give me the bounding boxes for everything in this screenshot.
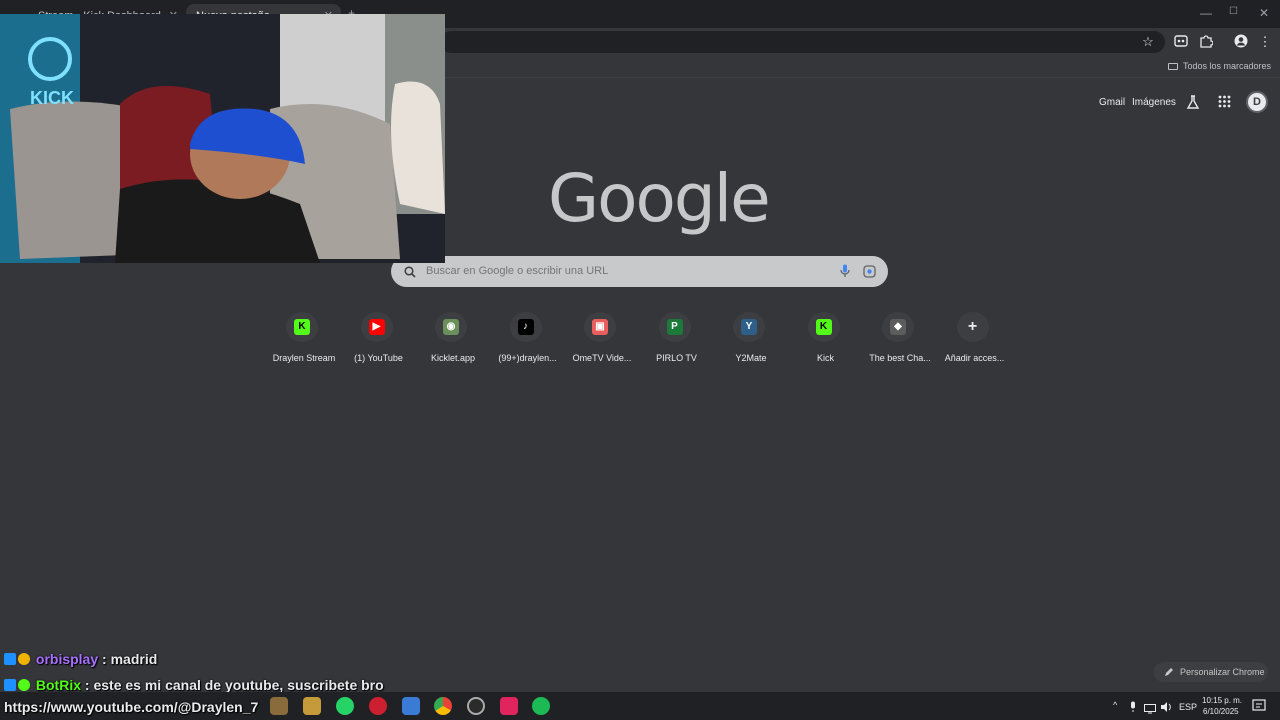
all-bookmarks-label: Todos los marcadores [1182, 61, 1271, 71]
language-indicator[interactable]: ESP [1179, 702, 1197, 712]
whatsapp-icon[interactable] [336, 697, 354, 715]
chat-username: orbisplay [35, 651, 99, 667]
shortcut-label: Añadir acces... [944, 353, 1005, 363]
shortcut-label: The best Cha... [869, 353, 931, 363]
chatgpt-icon: ◆ [890, 319, 906, 335]
badge-icon [18, 653, 30, 665]
pirlo-icon: P [666, 319, 683, 335]
customize-label: Personalizar Chrome [1180, 667, 1265, 677]
pencil-icon [1164, 667, 1174, 679]
shortcut-label: (1) YouTube [354, 353, 403, 363]
chat-text: este es mi canal de youtube, suscribete … [93, 677, 384, 693]
tiktok-icon: ♪ [517, 319, 534, 335]
file-explorer-icon[interactable] [270, 697, 288, 715]
shortcut-icon-bg: K [286, 312, 318, 342]
shortcut-icon-bg: ▶ [360, 312, 393, 342]
badge-icon [4, 653, 16, 665]
shortcut-label: OmeTV Vide... [572, 353, 632, 363]
chat-message: https://www.youtube.com/@Draylen_7 [4, 699, 258, 717]
images-link[interactable]: Imágenes [1132, 97, 1176, 108]
profile-avatar[interactable]: D [1246, 91, 1268, 113]
files-icon[interactable] [303, 697, 321, 715]
address-bar[interactable] [440, 31, 1165, 53]
shortcut-label: Kick [816, 353, 834, 363]
shortcut-tile[interactable]: Y Y2Mate [714, 312, 788, 364]
kick-icon: K [294, 319, 310, 335]
chat-username: BotRix [35, 677, 82, 693]
badge-icon [18, 679, 30, 691]
ometv-icon: ▣ [592, 319, 608, 335]
close-window-button[interactable]: ✕ [1259, 6, 1269, 20]
menu-icon[interactable]: ⋮ [1257, 34, 1273, 50]
obs-icon[interactable] [467, 697, 485, 715]
shortcut-icon-bg: ◉ [435, 312, 467, 342]
minimize-button[interactable]: — [1200, 6, 1212, 20]
gmail-link[interactable]: Gmail [1099, 97, 1125, 108]
chrome-icon[interactable] [434, 697, 452, 715]
chat-separator: : [81, 677, 94, 693]
kick-icon: K [815, 319, 832, 335]
microphone-icon[interactable] [1129, 700, 1137, 718]
extension-icon[interactable] [1173, 34, 1189, 50]
microphone-icon[interactable] [840, 264, 850, 283]
opera-icon[interactable] [369, 697, 387, 715]
shortcut-tile[interactable]: ▶ (1) YouTube [342, 312, 416, 364]
shortcut-icon-bg: ▣ [584, 312, 616, 342]
shortcut-tile[interactable]: ◉ Kicklet.app [416, 312, 490, 364]
shortcut-tile[interactable]: + Añadir acces... [938, 312, 1012, 364]
shortcut-label: (99+)draylen... [498, 353, 557, 363]
all-bookmarks-button[interactable]: Todos los marcadores [1167, 61, 1271, 71]
google-logo: Google [548, 160, 771, 237]
shortcut-label: PIRLO TV [656, 353, 697, 363]
maximize-button[interactable]: ☐ [1229, 6, 1238, 17]
network-icon[interactable] [1144, 701, 1156, 719]
folder-icon [1167, 63, 1178, 70]
apps-grid-icon[interactable] [1218, 95, 1231, 113]
shortcut-tile[interactable]: ◆ The best Cha... [863, 312, 937, 364]
chat-text: madrid [110, 651, 158, 667]
lens-camera-icon[interactable] [863, 265, 876, 283]
shortcut-tile[interactable]: P PIRLO TV [640, 312, 714, 364]
star-icon[interactable]: ☆ [1140, 34, 1156, 50]
add-icon: + [967, 318, 978, 335]
volume-icon[interactable] [1160, 700, 1172, 718]
shortcut-icon-bg: K [807, 312, 840, 342]
shortcut-icon-bg: + [956, 312, 989, 342]
shortcut-label: Y2Mate [735, 353, 767, 363]
badge-icon [4, 679, 16, 691]
search-input[interactable] [426, 265, 816, 277]
tray-chevron-icon[interactable]: ^ [1113, 700, 1117, 710]
shortcut-tile[interactable]: K Draylen Stream [267, 312, 341, 364]
youtube-icon: ▶ [368, 319, 385, 335]
spotify-icon[interactable] [532, 697, 550, 715]
shortcut-tile[interactable]: ♪ (99+)draylen... [491, 312, 565, 364]
y2mate-icon: Y [741, 319, 757, 335]
chat-link: https://www.youtube.com/@Draylen_7 [4, 699, 259, 715]
svg-text:KICK: KICK [30, 88, 74, 108]
shortcut-label: Draylen Stream [272, 353, 336, 363]
shortcut-label: Kicklet.app [430, 353, 476, 363]
search-icon [404, 265, 416, 283]
shortcut-icon-bg: Y [733, 312, 765, 342]
shortcut-icon-bg: ◆ [882, 312, 914, 342]
shortcut-icon-bg: P [658, 312, 691, 342]
shortcut-tile[interactable]: K Kick [789, 312, 863, 364]
clock-time[interactable]: 10:15 p. m. [1202, 696, 1242, 705]
chat-message: orbisplay : madrid [4, 651, 157, 669]
clock-date[interactable]: 6/10/2025 [1203, 707, 1239, 716]
profile-icon[interactable] [1233, 34, 1249, 50]
webcam-overlay: KICK [0, 14, 445, 263]
kicklet-icon: ◉ [443, 319, 459, 335]
tiktok-icon[interactable] [500, 697, 518, 715]
labs-flask-icon[interactable] [1185, 94, 1201, 115]
customize-chrome-button[interactable]: Personalizar Chrome [1154, 662, 1268, 682]
puzzle-icon[interactable] [1198, 34, 1214, 50]
app-icon[interactable] [402, 697, 420, 715]
shortcut-tile[interactable]: ▣ OmeTV Vide... [565, 312, 639, 364]
shortcut-icon-bg: ♪ [509, 312, 542, 342]
notification-icon[interactable] [1252, 699, 1266, 718]
chat-separator: : [98, 651, 111, 667]
